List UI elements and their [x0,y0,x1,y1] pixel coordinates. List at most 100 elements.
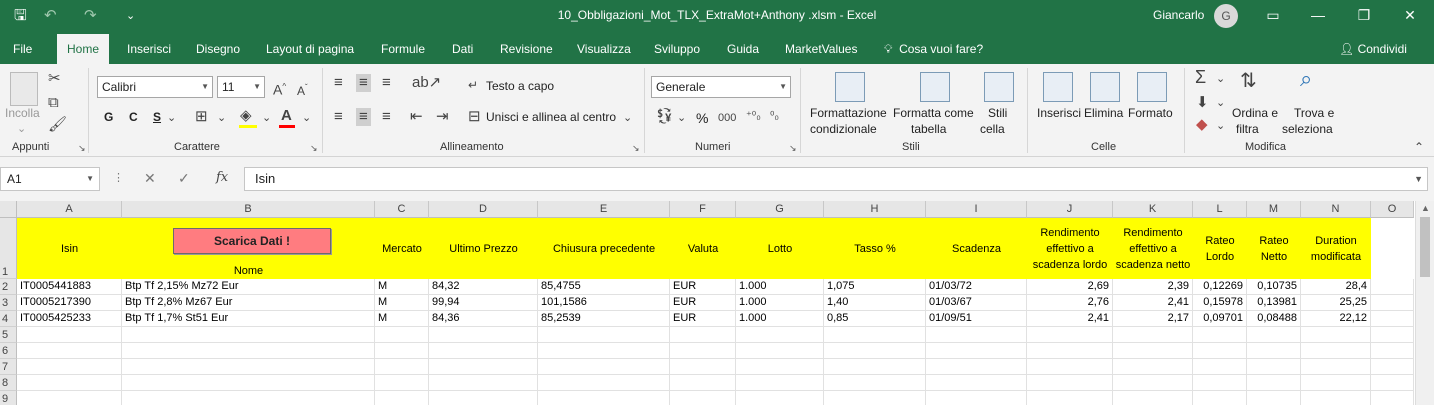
cell-a9[interactable] [17,391,122,405]
cell-i8[interactable] [926,375,1027,391]
tab-developer[interactable]: Sviluppo [654,34,700,64]
cell-k3[interactable]: 2,41 [1113,295,1193,311]
thousands-button[interactable]: 000 [718,112,736,124]
paste-icon[interactable] [10,72,38,106]
cell-d3[interactable]: 99,94 [429,295,538,311]
cell-d7[interactable] [429,359,538,375]
cell-i4[interactable]: 01/09/51 [926,311,1027,327]
font-color-icon[interactable]: A [281,107,292,125]
row-header-8[interactable]: 8 [0,375,17,391]
cell-o3[interactable] [1371,295,1414,311]
cell-a5[interactable] [17,327,122,343]
select-all-corner[interactable] [0,201,17,218]
cell-e9[interactable] [538,391,670,405]
font-launcher-icon[interactable]: ↘ [310,143,318,154]
cell-h3[interactable]: 1,40 [824,295,926,311]
row-header-4[interactable]: 4 [0,311,17,327]
cell-g8[interactable] [736,375,824,391]
cell-n8[interactable] [1301,375,1371,391]
cell-e2[interactable]: 85,4755 [538,279,670,295]
decrease-indent-icon[interactable]: ⇤ [410,108,423,126]
autosum-dropdown-icon[interactable]: ⌄ [1216,72,1225,85]
format-painter-icon[interactable]: 🖌︎ [48,116,67,134]
underline-dropdown-icon[interactable]: ⌄ [167,111,176,124]
restore-icon[interactable]: ❐ [1349,5,1379,25]
minimize-icon[interactable]: — [1303,5,1333,25]
fill-color-dropdown-icon[interactable]: ⌄ [262,111,271,124]
align-bottom-icon[interactable]: ≡ [382,74,391,92]
header-cell-c[interactable]: Mercato [375,218,429,279]
row-header-5[interactable]: 5 [0,327,17,343]
cell-c7[interactable] [375,359,429,375]
cell-b3[interactable]: Btp Tf 2,8% Mz67 Eur [122,295,375,311]
cell-k7[interactable] [1113,359,1193,375]
cell-g9[interactable] [736,391,824,405]
cell-k9[interactable] [1113,391,1193,405]
cell-b2[interactable]: Btp Tf 2,15% Mz72 Eur [122,279,375,295]
decrease-decimal-icon[interactable]: ⁰₀ [770,109,779,122]
share-button[interactable]: 👤︎ Condividi [1339,34,1407,64]
row-header-3[interactable]: 3 [0,295,17,311]
delete-cells-button[interactable]: Elimina [1084,106,1123,120]
cell-o9[interactable] [1371,391,1414,405]
format-as-table-button[interactable]: Formatta come [893,106,974,120]
wrap-text-button[interactable]: Testo a capo [486,79,554,93]
cell-o4[interactable] [1371,311,1414,327]
tab-draw[interactable]: Disegno [196,34,240,64]
close-icon[interactable]: ✕ [1395,5,1425,25]
underline-button[interactable]: S [153,110,161,124]
cell-h9[interactable] [824,391,926,405]
cell-j6[interactable] [1027,343,1113,359]
header-cell-k[interactable]: Rendimento effettivo a scadenza netto [1113,218,1193,279]
tab-home[interactable]: Home [57,34,110,64]
find-select-button[interactable]: Trova e [1294,106,1334,120]
column-header-o[interactable]: O [1371,201,1414,218]
cell-e6[interactable] [538,343,670,359]
conditional-formatting-button[interactable]: Formattazione [810,106,887,120]
fill-icon[interactable]: ⬇ [1196,94,1209,112]
cell-i9[interactable] [926,391,1027,405]
enter-icon[interactable]: ✓ [178,170,190,187]
merge-dropdown-icon[interactable]: ⌄ [623,111,632,124]
sort-filter-button[interactable]: Ordina e [1232,106,1278,120]
column-header-k[interactable]: K [1113,201,1193,218]
font-size-select[interactable]: 11 ▼ [217,76,265,98]
cell-i6[interactable] [926,343,1027,359]
tab-page-layout[interactable]: Layout di pagina [266,34,354,64]
column-header-i[interactable]: I [926,201,1027,218]
cell-n3[interactable]: 25,25 [1301,295,1371,311]
cell-a3[interactable]: IT0005217390 [17,295,122,311]
column-header-j[interactable]: J [1027,201,1113,218]
cell-b8[interactable] [122,375,375,391]
cell-j8[interactable] [1027,375,1113,391]
cell-l9[interactable] [1193,391,1247,405]
header-cell-g[interactable]: Lotto [736,218,824,279]
cell-f2[interactable]: EUR [670,279,736,295]
borders-dropdown-icon[interactable]: ⌄ [217,111,226,124]
bold-button[interactable]: G [104,110,113,124]
autosum-icon[interactable]: Σ [1195,68,1206,86]
cell-k6[interactable] [1113,343,1193,359]
cell-b6[interactable] [122,343,375,359]
cell-l8[interactable] [1193,375,1247,391]
borders-icon[interactable]: ⊞ [195,108,208,126]
insert-cells-button[interactable]: Inserisci [1037,106,1081,120]
tab-insert[interactable]: Inserisci [127,34,171,64]
alignment-launcher-icon[interactable]: ↘ [632,143,640,154]
column-header-b[interactable]: B [122,201,375,218]
increase-decimal-icon[interactable]: ⁺⁰₀ [746,109,761,122]
cell-c2[interactable]: M [375,279,429,295]
column-header-c[interactable]: C [375,201,429,218]
cell-f5[interactable] [670,327,736,343]
cell-d5[interactable] [429,327,538,343]
avatar[interactable]: G [1214,4,1238,28]
cell-n7[interactable] [1301,359,1371,375]
column-header-m[interactable]: M [1247,201,1301,218]
cell-c5[interactable] [375,327,429,343]
cell-l7[interactable] [1193,359,1247,375]
worksheet-grid[interactable]: A B C D E F G H I J K L M N O 1 2 3 4 5 6 7 8 9 Isin Nome Mercato U… [0,201,1434,405]
cell-b4[interactable]: Btp Tf 1,7% St51 Eur [122,311,375,327]
tab-marketvalues[interactable]: MarketValues [785,34,857,64]
column-header-g[interactable]: G [736,201,824,218]
cell-f8[interactable] [670,375,736,391]
